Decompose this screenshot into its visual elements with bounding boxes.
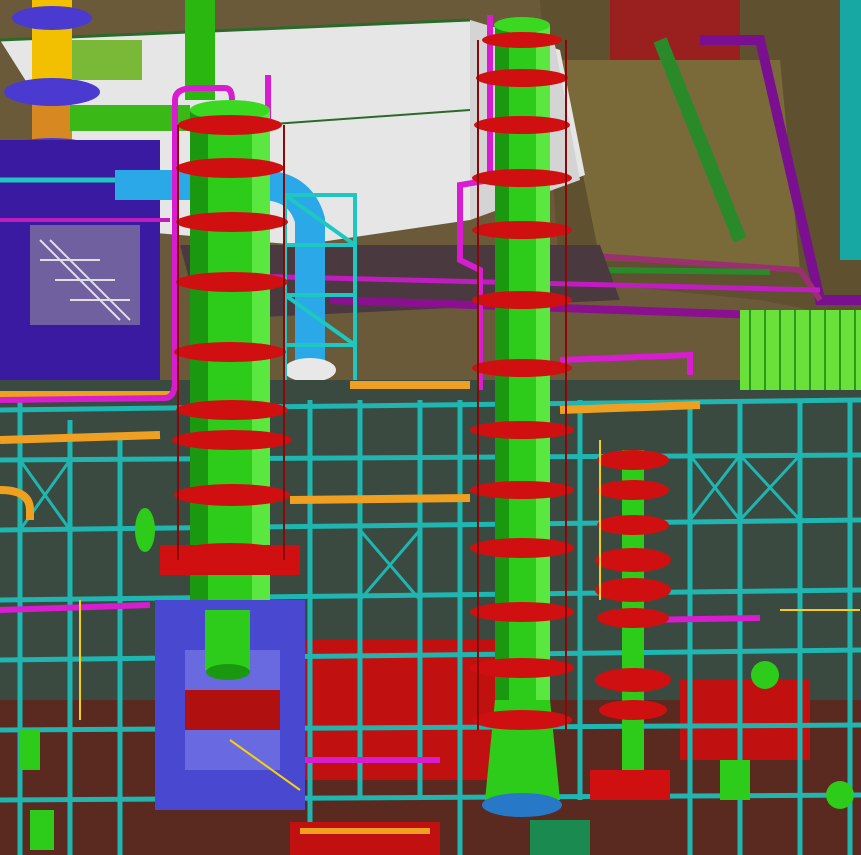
- bottom-skid: [290, 820, 590, 855]
- plant-model-canvas: [0, 0, 861, 855]
- red-floor-zone-right: [680, 680, 810, 760]
- far-red-equipment: [610, 0, 740, 60]
- green-cooler-bank: [740, 310, 861, 390]
- plant-3d-view: [0, 0, 861, 855]
- edge-column: [840, 0, 861, 260]
- left-distillation-column: [190, 100, 270, 680]
